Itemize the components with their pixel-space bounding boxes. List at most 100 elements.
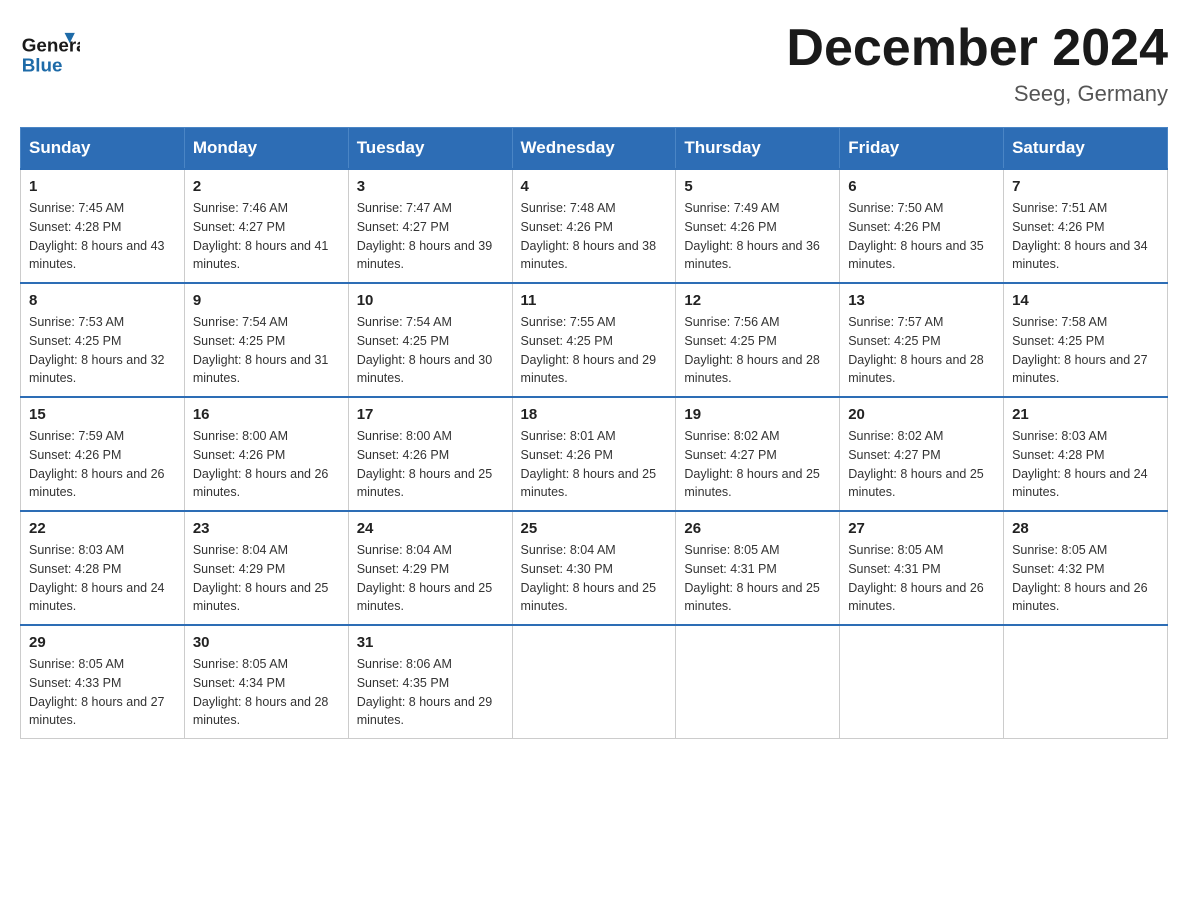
- col-friday: Friday: [840, 128, 1004, 170]
- week-row-3: 15 Sunrise: 7:59 AM Sunset: 4:26 PM Dayl…: [21, 397, 1168, 511]
- table-row: 5 Sunrise: 7:49 AM Sunset: 4:26 PM Dayli…: [676, 169, 840, 283]
- logo: General Blue: [20, 20, 80, 80]
- day-info: Sunrise: 7:46 AM Sunset: 4:27 PM Dayligh…: [193, 199, 340, 274]
- day-number: 29: [29, 634, 176, 651]
- col-sunday: Sunday: [21, 128, 185, 170]
- table-row: [1004, 625, 1168, 739]
- table-row: 9 Sunrise: 7:54 AM Sunset: 4:25 PM Dayli…: [184, 283, 348, 397]
- day-number: 9: [193, 292, 340, 309]
- week-row-1: 1 Sunrise: 7:45 AM Sunset: 4:28 PM Dayli…: [21, 169, 1168, 283]
- table-row: 3 Sunrise: 7:47 AM Sunset: 4:27 PM Dayli…: [348, 169, 512, 283]
- table-row: 2 Sunrise: 7:46 AM Sunset: 4:27 PM Dayli…: [184, 169, 348, 283]
- col-saturday: Saturday: [1004, 128, 1168, 170]
- table-row: 17 Sunrise: 8:00 AM Sunset: 4:26 PM Dayl…: [348, 397, 512, 511]
- table-row: 12 Sunrise: 7:56 AM Sunset: 4:25 PM Dayl…: [676, 283, 840, 397]
- week-row-5: 29 Sunrise: 8:05 AM Sunset: 4:33 PM Dayl…: [21, 625, 1168, 739]
- calendar-table: Sunday Monday Tuesday Wednesday Thursday…: [20, 127, 1168, 739]
- table-row: 21 Sunrise: 8:03 AM Sunset: 4:28 PM Dayl…: [1004, 397, 1168, 511]
- day-info: Sunrise: 7:51 AM Sunset: 4:26 PM Dayligh…: [1012, 199, 1159, 274]
- svg-text:Blue: Blue: [22, 54, 63, 75]
- day-number: 4: [521, 178, 668, 195]
- day-number: 23: [193, 520, 340, 537]
- day-info: Sunrise: 8:00 AM Sunset: 4:26 PM Dayligh…: [357, 427, 504, 502]
- week-row-2: 8 Sunrise: 7:53 AM Sunset: 4:25 PM Dayli…: [21, 283, 1168, 397]
- table-row: 23 Sunrise: 8:04 AM Sunset: 4:29 PM Dayl…: [184, 511, 348, 625]
- day-info: Sunrise: 8:05 AM Sunset: 4:32 PM Dayligh…: [1012, 541, 1159, 616]
- day-info: Sunrise: 7:56 AM Sunset: 4:25 PM Dayligh…: [684, 313, 831, 388]
- table-row: 8 Sunrise: 7:53 AM Sunset: 4:25 PM Dayli…: [21, 283, 185, 397]
- day-number: 13: [848, 292, 995, 309]
- day-info: Sunrise: 7:58 AM Sunset: 4:25 PM Dayligh…: [1012, 313, 1159, 388]
- day-info: Sunrise: 8:05 AM Sunset: 4:33 PM Dayligh…: [29, 655, 176, 730]
- day-number: 10: [357, 292, 504, 309]
- title-area: December 2024 Seeg, Germany: [786, 20, 1168, 107]
- day-number: 22: [29, 520, 176, 537]
- day-number: 16: [193, 406, 340, 423]
- day-number: 20: [848, 406, 995, 423]
- col-monday: Monday: [184, 128, 348, 170]
- day-number: 26: [684, 520, 831, 537]
- day-number: 14: [1012, 292, 1159, 309]
- col-tuesday: Tuesday: [348, 128, 512, 170]
- location: Seeg, Germany: [786, 81, 1168, 107]
- day-number: 17: [357, 406, 504, 423]
- header: General Blue December 2024 Seeg, Germany: [20, 20, 1168, 107]
- table-row: 7 Sunrise: 7:51 AM Sunset: 4:26 PM Dayli…: [1004, 169, 1168, 283]
- day-info: Sunrise: 8:03 AM Sunset: 4:28 PM Dayligh…: [1012, 427, 1159, 502]
- day-info: Sunrise: 7:50 AM Sunset: 4:26 PM Dayligh…: [848, 199, 995, 274]
- day-info: Sunrise: 7:57 AM Sunset: 4:25 PM Dayligh…: [848, 313, 995, 388]
- table-row: 10 Sunrise: 7:54 AM Sunset: 4:25 PM Dayl…: [348, 283, 512, 397]
- table-row: 19 Sunrise: 8:02 AM Sunset: 4:27 PM Dayl…: [676, 397, 840, 511]
- day-number: 18: [521, 406, 668, 423]
- col-thursday: Thursday: [676, 128, 840, 170]
- table-row: 18 Sunrise: 8:01 AM Sunset: 4:26 PM Dayl…: [512, 397, 676, 511]
- day-number: 30: [193, 634, 340, 651]
- day-info: Sunrise: 8:02 AM Sunset: 4:27 PM Dayligh…: [848, 427, 995, 502]
- table-row: 22 Sunrise: 8:03 AM Sunset: 4:28 PM Dayl…: [21, 511, 185, 625]
- day-info: Sunrise: 7:45 AM Sunset: 4:28 PM Dayligh…: [29, 199, 176, 274]
- table-row: 25 Sunrise: 8:04 AM Sunset: 4:30 PM Dayl…: [512, 511, 676, 625]
- table-row: 13 Sunrise: 7:57 AM Sunset: 4:25 PM Dayl…: [840, 283, 1004, 397]
- day-info: Sunrise: 7:54 AM Sunset: 4:25 PM Dayligh…: [357, 313, 504, 388]
- day-number: 3: [357, 178, 504, 195]
- day-info: Sunrise: 8:04 AM Sunset: 4:29 PM Dayligh…: [357, 541, 504, 616]
- day-info: Sunrise: 8:04 AM Sunset: 4:29 PM Dayligh…: [193, 541, 340, 616]
- day-number: 27: [848, 520, 995, 537]
- day-number: 5: [684, 178, 831, 195]
- day-info: Sunrise: 8:00 AM Sunset: 4:26 PM Dayligh…: [193, 427, 340, 502]
- table-row: 31 Sunrise: 8:06 AM Sunset: 4:35 PM Dayl…: [348, 625, 512, 739]
- table-row: 15 Sunrise: 7:59 AM Sunset: 4:26 PM Dayl…: [21, 397, 185, 511]
- day-info: Sunrise: 8:02 AM Sunset: 4:27 PM Dayligh…: [684, 427, 831, 502]
- day-info: Sunrise: 7:55 AM Sunset: 4:25 PM Dayligh…: [521, 313, 668, 388]
- day-info: Sunrise: 7:47 AM Sunset: 4:27 PM Dayligh…: [357, 199, 504, 274]
- day-number: 1: [29, 178, 176, 195]
- day-info: Sunrise: 7:48 AM Sunset: 4:26 PM Dayligh…: [521, 199, 668, 274]
- day-info: Sunrise: 7:54 AM Sunset: 4:25 PM Dayligh…: [193, 313, 340, 388]
- month-title: December 2024: [786, 20, 1168, 77]
- week-row-4: 22 Sunrise: 8:03 AM Sunset: 4:28 PM Dayl…: [21, 511, 1168, 625]
- day-number: 31: [357, 634, 504, 651]
- table-row: 28 Sunrise: 8:05 AM Sunset: 4:32 PM Dayl…: [1004, 511, 1168, 625]
- day-info: Sunrise: 8:05 AM Sunset: 4:34 PM Dayligh…: [193, 655, 340, 730]
- table-row: 6 Sunrise: 7:50 AM Sunset: 4:26 PM Dayli…: [840, 169, 1004, 283]
- table-row: 24 Sunrise: 8:04 AM Sunset: 4:29 PM Dayl…: [348, 511, 512, 625]
- day-info: Sunrise: 7:53 AM Sunset: 4:25 PM Dayligh…: [29, 313, 176, 388]
- day-number: 11: [521, 292, 668, 309]
- table-row: 26 Sunrise: 8:05 AM Sunset: 4:31 PM Dayl…: [676, 511, 840, 625]
- col-wednesday: Wednesday: [512, 128, 676, 170]
- logo-icon: General Blue: [20, 20, 80, 80]
- day-info: Sunrise: 8:04 AM Sunset: 4:30 PM Dayligh…: [521, 541, 668, 616]
- day-number: 12: [684, 292, 831, 309]
- table-row: 20 Sunrise: 8:02 AM Sunset: 4:27 PM Dayl…: [840, 397, 1004, 511]
- day-info: Sunrise: 8:01 AM Sunset: 4:26 PM Dayligh…: [521, 427, 668, 502]
- day-info: Sunrise: 8:05 AM Sunset: 4:31 PM Dayligh…: [684, 541, 831, 616]
- day-number: 25: [521, 520, 668, 537]
- day-info: Sunrise: 8:03 AM Sunset: 4:28 PM Dayligh…: [29, 541, 176, 616]
- table-row: 14 Sunrise: 7:58 AM Sunset: 4:25 PM Dayl…: [1004, 283, 1168, 397]
- table-row: [840, 625, 1004, 739]
- day-number: 15: [29, 406, 176, 423]
- table-row: 4 Sunrise: 7:48 AM Sunset: 4:26 PM Dayli…: [512, 169, 676, 283]
- day-number: 19: [684, 406, 831, 423]
- calendar-header-row: Sunday Monday Tuesday Wednesday Thursday…: [21, 128, 1168, 170]
- table-row: 30 Sunrise: 8:05 AM Sunset: 4:34 PM Dayl…: [184, 625, 348, 739]
